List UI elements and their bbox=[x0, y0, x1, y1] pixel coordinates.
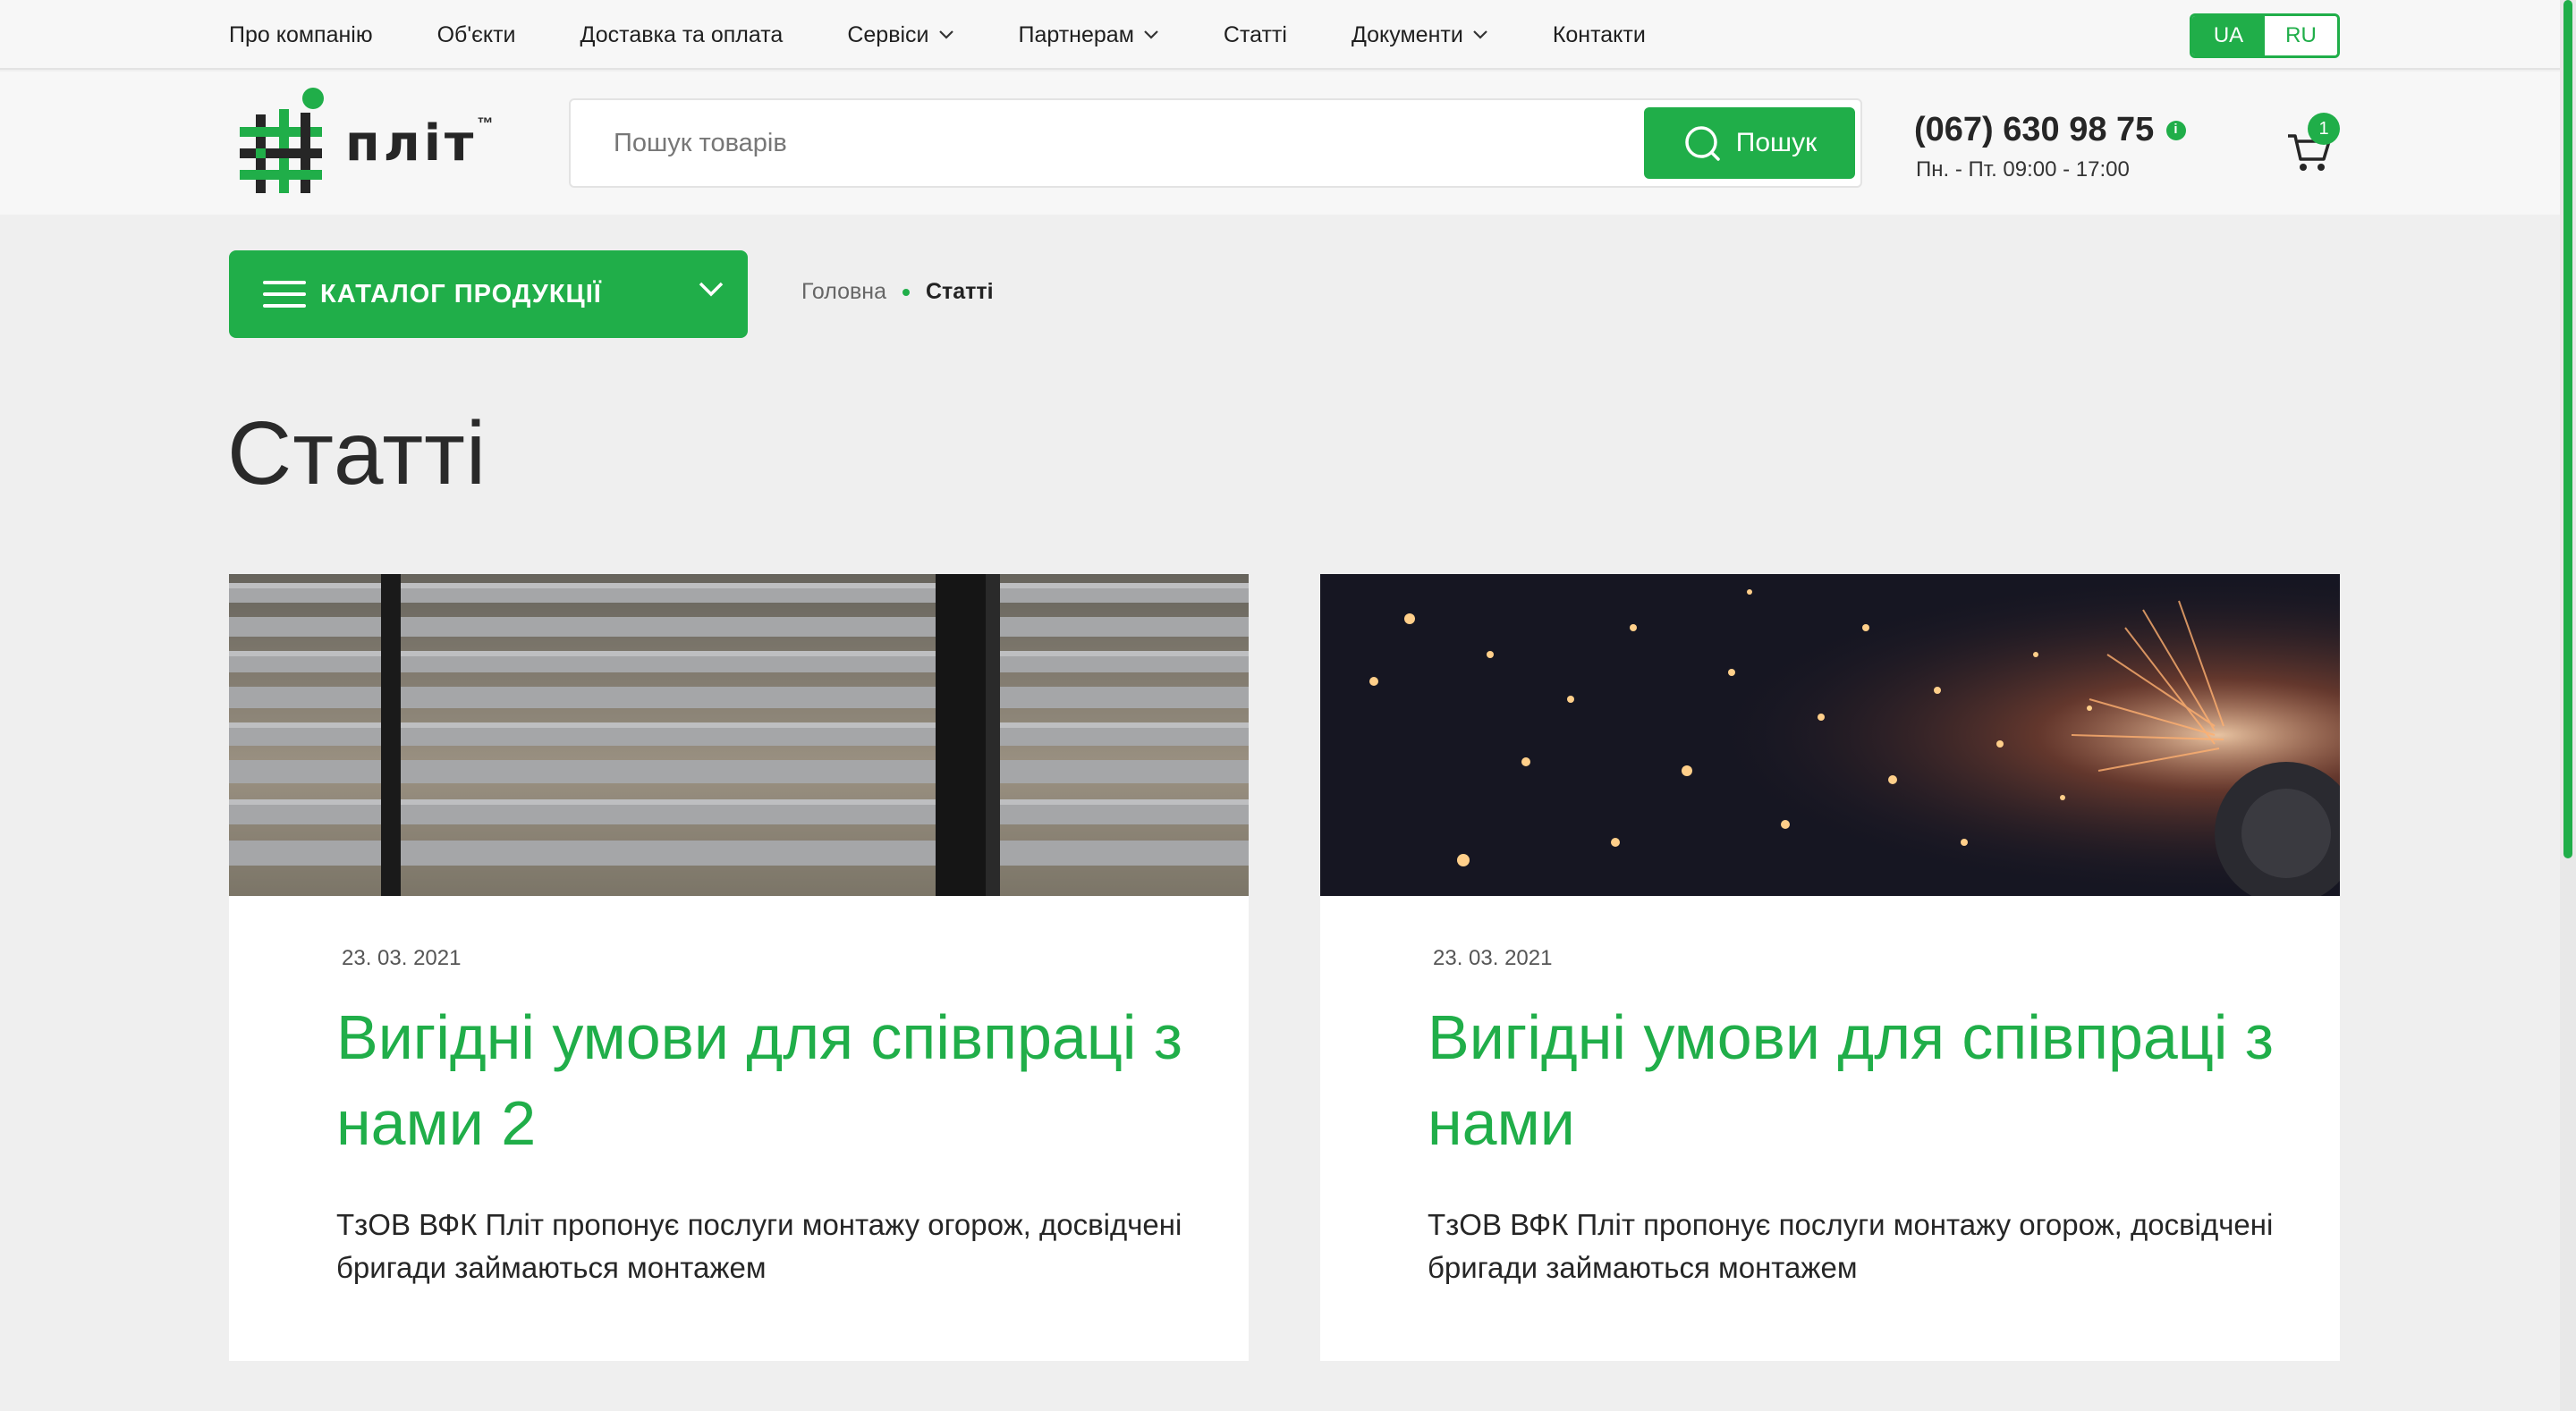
logo-mark-icon bbox=[240, 88, 324, 193]
article-excerpt: ТзОВ ВФК Пліт пропонує послуги монтажу о… bbox=[336, 1208, 1182, 1284]
catalog-button[interactable]: КАТАЛОГ ПРОДУКЦІЇ bbox=[229, 250, 748, 338]
cart-count-badge: 1 bbox=[2308, 113, 2340, 145]
nav-item-services[interactable]: Сервіси bbox=[847, 22, 953, 48]
logo-trademark: ™ bbox=[477, 114, 494, 132]
nav-item-delivery[interactable]: Доставка та оплата bbox=[580, 22, 784, 48]
article-excerpt: ТзОВ ВФК Пліт пропонує послуги монтажу о… bbox=[1428, 1208, 2274, 1284]
logo[interactable]: пліт ™ bbox=[236, 82, 513, 197]
article-card[interactable]: 23. 03. 2021 Вигідні умови для співпраці… bbox=[229, 574, 1249, 1361]
article-title[interactable]: Вигідні умови для співпраці з нами 2 bbox=[336, 994, 1195, 1166]
nav-item-partners[interactable]: Партнерам bbox=[1019, 22, 1159, 48]
working-hours: Пн. - Пт. 09:00 - 17:00 bbox=[1916, 157, 2130, 182]
nav-item-objects[interactable]: Об'єкти bbox=[437, 22, 516, 48]
menu-icon bbox=[263, 281, 306, 308]
catalog-label: КАТАЛОГ ПРОДУКЦІЇ bbox=[320, 279, 602, 308]
search-button[interactable]: Пошук bbox=[1644, 107, 1855, 179]
lang-ru-button[interactable]: RU bbox=[2265, 16, 2337, 55]
breadcrumb-current: Статті bbox=[925, 279, 994, 304]
page-title: Статті bbox=[227, 403, 487, 503]
nav-item-contacts[interactable]: Контакти bbox=[1553, 22, 1646, 48]
logo-text: пліт bbox=[345, 114, 478, 173]
search-input[interactable] bbox=[614, 100, 1597, 186]
breadcrumb-home[interactable]: Головна bbox=[801, 279, 886, 305]
phone-number[interactable]: (067) 630 98 75 bbox=[1914, 111, 2187, 149]
chevron-down-icon bbox=[938, 30, 953, 39]
header: пліт ™ Пошук (067) 630 98 75 Пн. - Пт. 0… bbox=[0, 72, 2576, 215]
article-image-fence[interactable] bbox=[229, 574, 1249, 896]
info-icon[interactable] bbox=[2166, 120, 2187, 140]
chevron-down-icon bbox=[1144, 30, 1158, 39]
fence-image bbox=[229, 574, 1249, 896]
nav-item-documents[interactable]: Документи bbox=[1352, 22, 1488, 48]
nav-item-articles[interactable]: Статті bbox=[1224, 22, 1287, 48]
top-nav-links: Про компанію Об'єкти Доставка та оплата … bbox=[229, 0, 1710, 70]
language-switch: UA RU bbox=[2190, 13, 2340, 58]
article-title[interactable]: Вигідні умови для співпраці з нами bbox=[1428, 994, 2286, 1166]
lang-ua-button[interactable]: UA bbox=[2192, 16, 2265, 55]
article-date: 23. 03. 2021 bbox=[342, 946, 462, 970]
search-icon bbox=[1685, 126, 1720, 161]
search-button-label: Пошук bbox=[1735, 128, 1818, 157]
sparks-image bbox=[1320, 574, 2340, 896]
top-navigation: Про компанію Об'єкти Доставка та оплата … bbox=[0, 0, 2576, 70]
scrollbar-thumb[interactable] bbox=[2563, 0, 2572, 858]
chevron-down-icon bbox=[1473, 30, 1487, 39]
chevron-down-icon bbox=[699, 282, 724, 297]
article-card[interactable]: 23. 03. 2021 Вигідні умови для співпраці… bbox=[1320, 574, 2340, 1361]
article-date: 23. 03. 2021 bbox=[1433, 946, 1553, 970]
breadcrumb: Головна Статті bbox=[801, 279, 994, 305]
search-box: Пошук bbox=[569, 98, 1862, 188]
breadcrumb-separator bbox=[902, 288, 910, 296]
article-image-sparks[interactable] bbox=[1320, 574, 2340, 896]
nav-item-about[interactable]: Про компанію bbox=[229, 22, 373, 48]
